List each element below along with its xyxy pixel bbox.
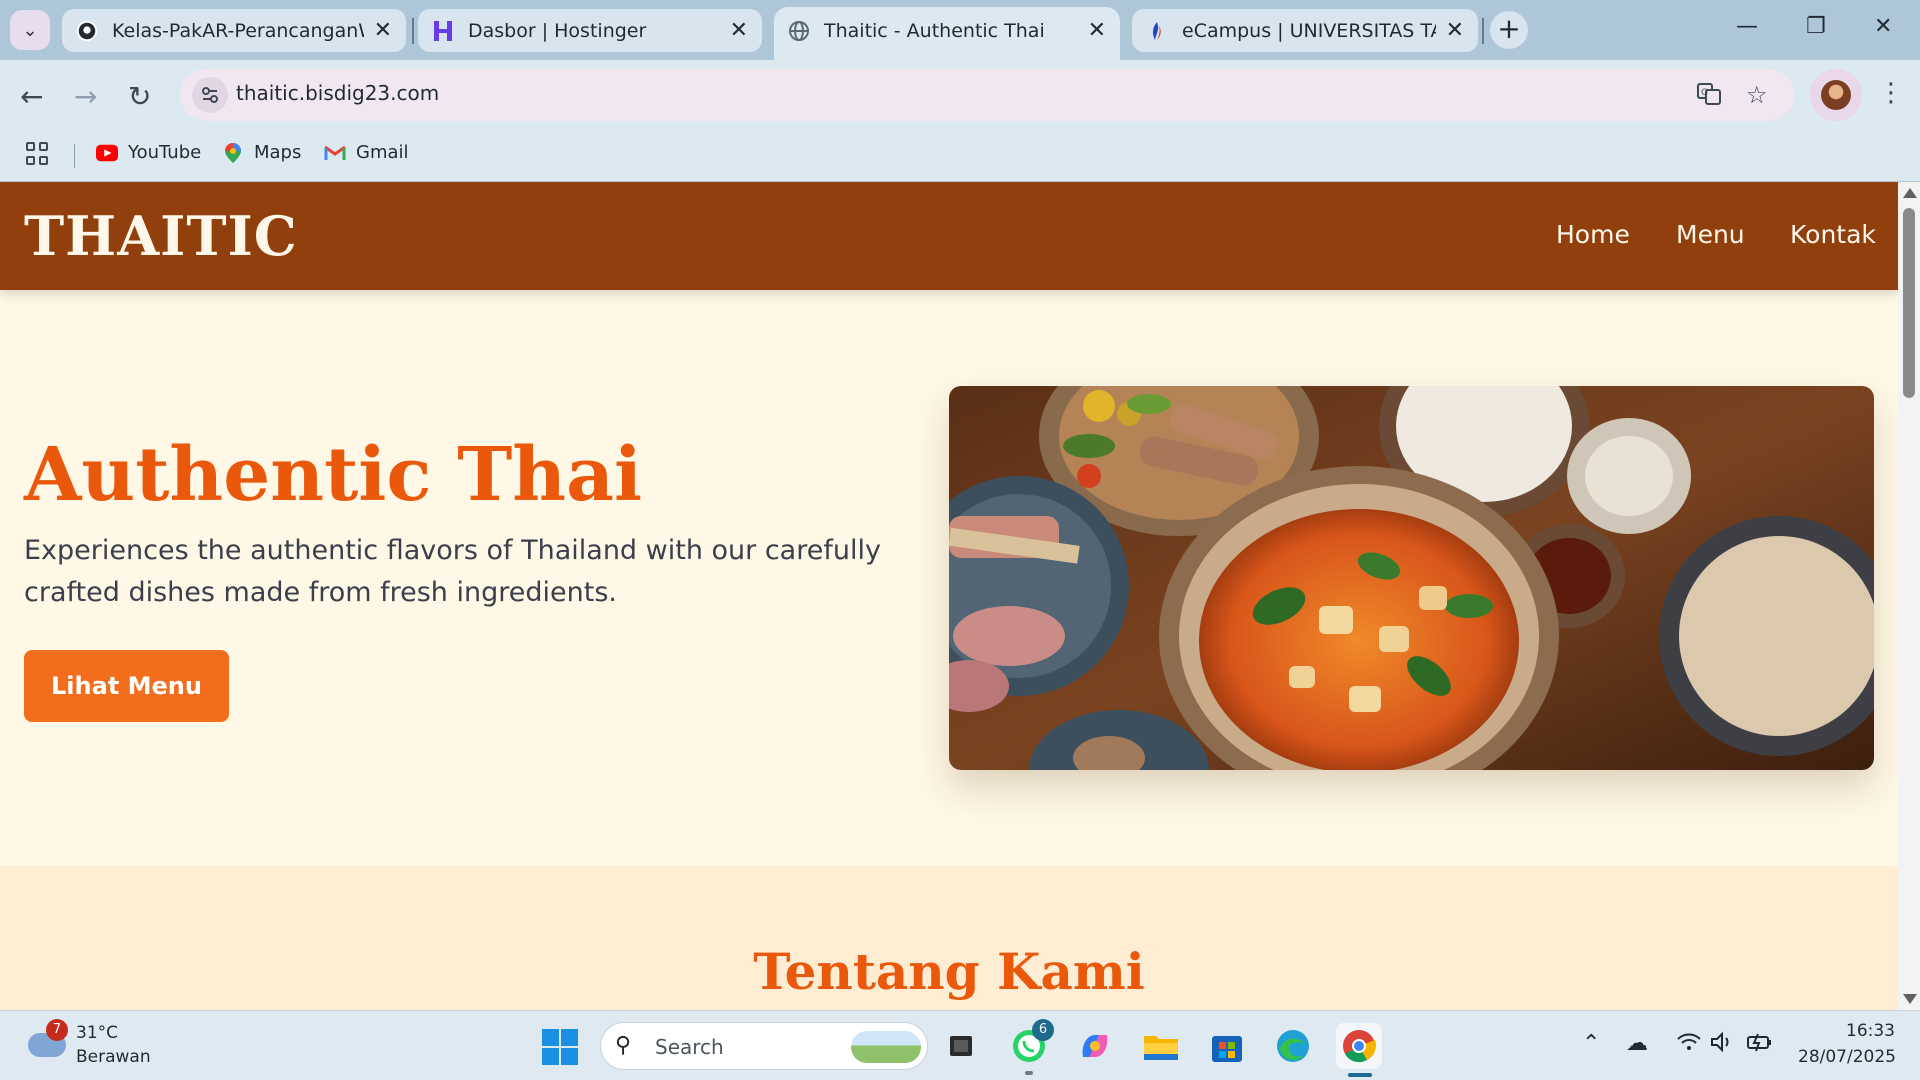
copilot-icon[interactable]	[1074, 1025, 1116, 1067]
menu-kebab-icon[interactable]: ⋮	[1878, 78, 1904, 108]
task-view-icon[interactable]	[940, 1025, 982, 1067]
hero-title: Authentic Thai	[24, 432, 643, 518]
whatsapp-badge: 6	[1032, 1019, 1054, 1041]
translate-icon[interactable]: G	[1696, 81, 1722, 113]
wifi-icon[interactable]	[1676, 1031, 1702, 1059]
hostinger-icon	[432, 20, 454, 42]
maps-icon	[222, 142, 244, 163]
scroll-up-arrow-icon[interactable]	[1903, 188, 1917, 198]
chevron-down-icon: ⌄	[22, 19, 38, 41]
reload-icon[interactable]: ↻	[128, 80, 151, 113]
tab-title: eCampus | UNIVERSITAS TANGE	[1182, 19, 1436, 42]
about-section-title: Tentang Kami	[753, 942, 1145, 1001]
ecampus-icon	[1146, 20, 1168, 42]
taskbar: 7 31°C Berawan ⚲ Search 6 ⌃ ☁ 16:33 28/0…	[0, 1010, 1920, 1080]
site-header: THAITIC Home Menu Kontak	[0, 182, 1898, 290]
close-window-icon[interactable]: ✕	[1874, 14, 1892, 39]
svg-text:G: G	[1701, 88, 1708, 98]
tab-thaitic[interactable]: Thaitic - Authentic Thai ✕	[774, 7, 1120, 60]
bookmark-label: YouTube	[128, 142, 202, 163]
tab-title: Dasbor | Hostinger	[468, 19, 647, 42]
new-tab-button[interactable]: +	[1490, 11, 1528, 49]
onedrive-cloud-icon[interactable]: ☁	[1626, 1031, 1648, 1056]
taskbar-search[interactable]: ⚲ Search	[600, 1022, 928, 1070]
volume-icon[interactable]	[1710, 1031, 1734, 1059]
bookmark-label: Gmail	[356, 142, 409, 163]
nav-menu[interactable]: Menu	[1676, 220, 1745, 249]
search-highlight-image	[851, 1031, 921, 1063]
site-logo[interactable]: THAITIC	[24, 204, 298, 268]
bookmarks-bar: YouTube Maps Gmail	[0, 130, 1920, 182]
close-icon[interactable]: ✕	[1446, 19, 1464, 42]
nav-kontak[interactable]: Kontak	[1790, 220, 1876, 249]
tab-divider	[1482, 18, 1484, 44]
tab-title: Kelas-PakAR-PerancanganWebI	[112, 19, 364, 42]
active-app-indicator	[1348, 1073, 1372, 1077]
hero-description: Experiences the authentic flavors of Tha…	[24, 535, 881, 608]
edge-icon[interactable]	[1272, 1025, 1314, 1067]
apps-grid-icon[interactable]	[26, 142, 50, 166]
weather-badge: 7	[46, 1019, 68, 1041]
scroll-down-arrow-icon[interactable]	[1903, 994, 1917, 1004]
gmail-icon	[324, 143, 346, 163]
minimize-icon[interactable]: —	[1736, 14, 1758, 39]
restore-icon[interactable]: ❐	[1806, 14, 1826, 39]
battery-charging-icon[interactable]	[1746, 1031, 1774, 1059]
show-hidden-icons[interactable]: ⌃	[1582, 1031, 1600, 1056]
bookmark-youtube[interactable]: YouTube	[96, 142, 201, 163]
github-icon	[76, 20, 98, 42]
bookmark-label: Maps	[254, 142, 302, 163]
site-info-icon[interactable]	[192, 77, 228, 113]
tab-search-button[interactable]: ⌄	[10, 10, 50, 50]
tab-ecampus[interactable]: eCampus | UNIVERSITAS TANGE ✕	[1132, 9, 1478, 52]
url-text[interactable]: thaitic.bisdig23.com	[236, 81, 439, 105]
address-bar[interactable]: thaitic.bisdig23.com G ☆	[180, 69, 1794, 121]
lihat-menu-button[interactable]: Lihat Menu	[24, 650, 229, 722]
file-explorer-icon[interactable]	[1140, 1025, 1182, 1067]
avatar	[1821, 80, 1851, 110]
clock-time[interactable]: 16:33	[1846, 1021, 1895, 1041]
browser-toolbar: ← → ↻ thaitic.bisdig23.com G ☆ ⋮	[0, 60, 1920, 130]
forward-icon[interactable]: →	[74, 80, 97, 113]
back-icon[interactable]: ←	[20, 80, 43, 113]
microsoft-store-icon[interactable]	[1206, 1025, 1248, 1067]
weather-description: Berawan	[76, 1047, 151, 1067]
chrome-taskbar-icon[interactable]	[1336, 1023, 1382, 1069]
youtube-icon	[96, 143, 118, 163]
search-icon: ⚲	[615, 1033, 632, 1058]
close-icon[interactable]: ✕	[730, 19, 748, 42]
tab-hostinger[interactable]: Dasbor | Hostinger ✕	[418, 9, 762, 52]
windows-start-icon[interactable]	[542, 1029, 578, 1065]
bookmarks-divider	[74, 144, 75, 168]
running-indicator	[1025, 1071, 1033, 1075]
close-icon[interactable]: ✕	[374, 19, 392, 42]
clock-date[interactable]: 28/07/2025	[1798, 1047, 1896, 1067]
tab-github[interactable]: Kelas-PakAR-PerancanganWebI ✕	[62, 9, 406, 52]
bookmark-gmail[interactable]: Gmail	[324, 142, 409, 163]
bookmark-maps[interactable]: Maps	[222, 142, 301, 163]
search-placeholder: Search	[655, 1035, 724, 1059]
nav-home[interactable]: Home	[1556, 220, 1630, 249]
weather-temperature: 31°C	[76, 1023, 119, 1043]
tab-strip: ⌄ Kelas-PakAR-PerancanganWebI ✕ Dasbor |…	[0, 0, 1920, 60]
hero-food-image	[949, 386, 1874, 770]
page-viewport: THAITIC Home Menu Kontak Authentic Thai …	[0, 182, 1898, 1010]
profile-avatar[interactable]	[1810, 69, 1862, 121]
tab-title: Thaitic - Authentic Thai	[824, 19, 1045, 42]
scrollbar-thumb[interactable]	[1903, 208, 1915, 398]
close-icon[interactable]: ✕	[1088, 19, 1106, 42]
globe-icon	[788, 20, 810, 42]
page-scrollbar[interactable]	[1898, 182, 1920, 1010]
bookmark-star-icon[interactable]: ☆	[1746, 81, 1768, 109]
tab-divider	[412, 18, 414, 44]
